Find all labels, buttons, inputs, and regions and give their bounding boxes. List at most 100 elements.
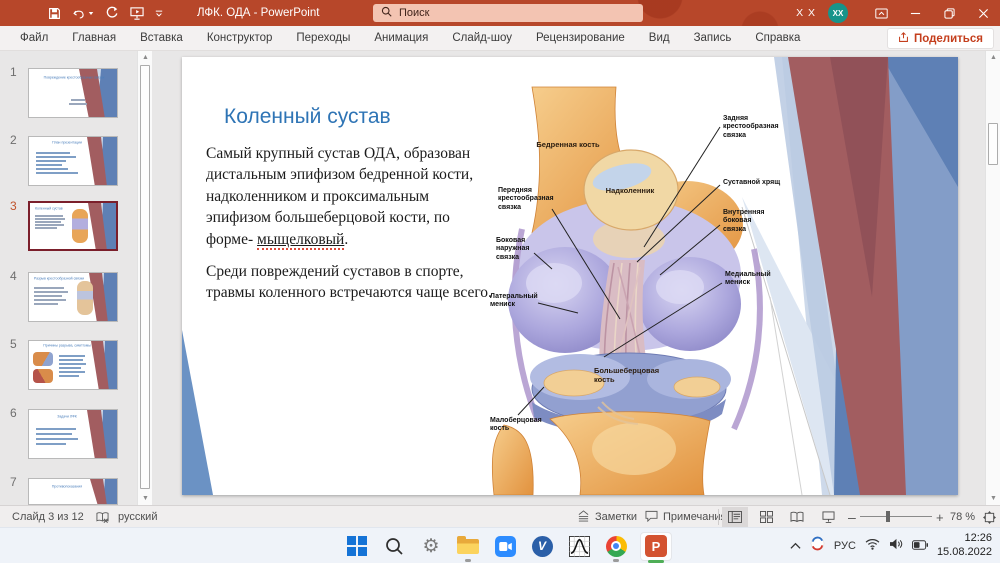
powerpoint-icon[interactable]: P [640,532,672,561]
redo-icon[interactable] [105,6,119,20]
slide-title[interactable]: Коленный сустав [224,105,391,129]
label-tibia: Большеберцовая кость [594,367,659,385]
thumb-title: Противопоказания [32,485,102,488]
spellcheck-icon[interactable] [96,506,109,528]
language-status[interactable]: русский [118,506,157,528]
view-grid-icon[interactable] [753,507,779,527]
slide-thumbnail-panel: 1 Повреждение крестообразных связок 2 Пл… [0,51,136,505]
slide-body-text[interactable]: Самый крупный сустав ОДА, образован дист… [206,143,516,304]
slide-thumbnail-7[interactable]: Противопоказания [28,478,118,505]
slide-thumbnail-4[interactable]: Разрыв крестообразной связки [28,272,118,322]
zoom-slider-thumb[interactable] [886,511,890,522]
tab-design[interactable]: Конструктор [195,26,285,51]
label-femur: Бедренная кость [512,141,624,150]
thumbnail-scrollbar[interactable]: ▲ ▼ [137,51,152,505]
slide-canvas[interactable]: Коленный сустав Самый крупный сустав ОДА… [182,57,958,495]
taskbar-clock[interactable]: 12:26 15.08.2022 [937,532,992,560]
slide-thumbnail-1[interactable]: Повреждение крестообразных связок [28,68,118,118]
save-icon[interactable] [48,7,61,20]
v-app-icon[interactable]: V [529,533,555,559]
scroll-up-icon[interactable]: ▲ [138,51,153,64]
slide-thumbnail-5[interactable]: Причины разрыва, симптомы [28,340,118,390]
avatar[interactable]: ХХ [828,3,848,23]
thumb-title: План презентации [32,141,102,144]
ribbon-options-icon[interactable] [864,0,898,26]
wifi-icon[interactable] [865,537,880,555]
tray-chevron-icon[interactable] [790,537,801,555]
tray-language-indicator[interactable]: РУС [834,540,856,552]
scroll-up-icon[interactable]: ▲ [986,51,1000,64]
slideshow-icon[interactable] [130,7,144,20]
scroll-down-icon[interactable]: ▼ [986,492,1000,505]
battery-icon[interactable] [912,537,928,555]
settings-icon[interactable]: ⚙ [418,533,444,559]
taskbar-search-icon[interactable] [381,533,407,559]
thumb-title: Причины разрыва, симптомы [32,344,102,347]
slide-thumbnail-3-selected[interactable]: Коленный сустав [28,201,118,251]
undo-icon[interactable] [72,7,94,20]
zoom-app-icon[interactable] [492,533,518,559]
zoom-out-icon[interactable]: – [848,506,856,528]
system-tray: РУС 12:26 15.08.2022 [790,528,1000,563]
qat-menu-icon[interactable] [155,10,163,17]
thumb-title: Повреждение крестообразных связок [37,76,110,79]
close-icon[interactable] [966,0,1000,26]
thumb-number-5: 5 [10,337,17,351]
tab-record[interactable]: Запись [682,26,744,51]
scroll-down-icon[interactable]: ▼ [138,492,153,505]
thumb-number-6: 6 [10,406,17,420]
view-reading-icon[interactable] [784,507,810,527]
explorer-icon[interactable] [455,533,481,559]
slide-scrollbar[interactable]: ▲ ▼ [985,51,1000,505]
clock-date: 15.08.2022 [937,546,992,560]
zoom-slider[interactable] [860,516,932,517]
zoom-level[interactable]: 78 % [950,506,975,528]
label-anterior-cruciate: Передняя крестообразная связка [498,187,554,212]
chrome-icon[interactable] [603,533,629,559]
share-button[interactable]: Поделиться [887,28,994,49]
thumb-number-2: 2 [10,133,17,147]
zoom-in-icon[interactable]: + [936,506,944,528]
view-normal-icon[interactable] [722,507,748,527]
notes-button[interactable]: Заметки [577,506,637,528]
volume-icon[interactable] [889,537,903,555]
window-title: ЛФК. ОДА - PowerPoint [197,0,319,26]
start-icon[interactable] [344,533,370,559]
thumb-image [33,369,53,383]
tab-transitions[interactable]: Переходы [284,26,362,51]
label-lateral-collateral: Боковая наружная связка [496,237,529,262]
thumb-deco [91,341,117,390]
tab-file[interactable]: Файл [8,26,60,51]
body-paragraph-2: Среди повреждений суставов в спорте, тра… [206,261,516,304]
thumb-number-3: 3 [10,199,17,213]
comments-button[interactable]: Примечания [645,506,727,528]
tab-home[interactable]: Главная [60,26,128,51]
tab-view[interactable]: Вид [637,26,682,51]
scrollbar-thumb[interactable] [988,123,998,165]
label-fibula: Малоберцовая кость [490,417,542,434]
slide-thumbnail-6[interactable]: Задачи ЛФК [28,409,118,459]
fit-window-icon[interactable] [983,506,996,528]
thumb-number-7: 7 [10,475,17,489]
label-lateral-meniscus: Латеральный мениск [490,293,538,310]
tab-slideshow[interactable]: Слайд-шоу [440,26,524,51]
tab-animations[interactable]: Анимация [362,26,440,51]
thumb-title: Разрыв крестообразной связки [28,277,94,280]
search-input[interactable] [399,7,599,19]
comments-icon [645,510,658,525]
graph-app-icon[interactable] [566,533,592,559]
view-slideshow-icon[interactable] [815,507,841,527]
tab-insert[interactable]: Вставка [128,26,195,51]
slide-thumbnail-2[interactable]: План презентации [28,136,118,186]
thumb-number-1: 1 [10,65,17,79]
restore-icon[interactable] [932,0,966,26]
account-name[interactable]: Х Х [796,7,816,19]
scrollbar-thumb[interactable] [140,65,150,489]
tab-review[interactable]: Рецензирование [524,26,637,51]
minimize-icon[interactable] [898,0,932,26]
tab-help[interactable]: Справка [743,26,812,51]
slide-counter: Слайд 3 из 12 [12,506,84,528]
tray-app-icon[interactable] [810,536,825,556]
thumb-deco [87,479,117,505]
search-bar[interactable] [373,4,643,22]
